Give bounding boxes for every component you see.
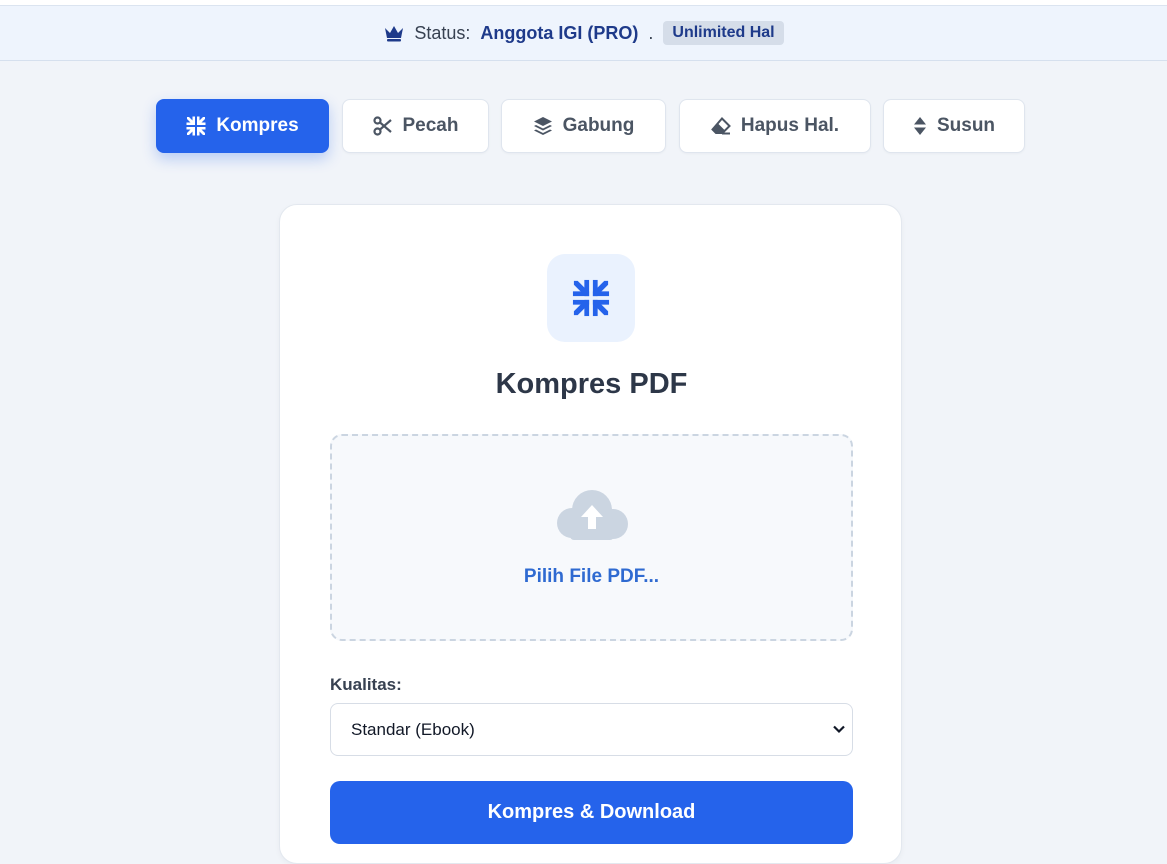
membership-name: Anggota IGI (PRO) [480, 22, 639, 43]
compress-card: Kompres PDF Pilih File PDF... Kualitas: … [279, 204, 902, 864]
file-dropzone[interactable]: Pilih File PDF... [330, 434, 853, 641]
sort-icon [913, 117, 926, 135]
scissors-icon [372, 116, 392, 136]
tab-gabung[interactable]: Gabung [501, 99, 666, 153]
status-label: Status: [414, 22, 471, 43]
status-badge: Unlimited Hal [663, 21, 784, 45]
status-separator: . [648, 22, 654, 43]
compress-icon [547, 254, 635, 342]
tab-pecah-label: Pecah [402, 115, 459, 136]
tool-tabs: Kompres Pecah Gabung Hapus Hal. Susun [0, 99, 1167, 153]
crown-icon [383, 24, 405, 42]
choose-file-link[interactable]: Pilih File PDF... [332, 566, 851, 588]
membership-status-bar: Status: Anggota IGI (PRO) . Unlimited Ha… [0, 5, 1167, 61]
quality-label: Kualitas: [330, 675, 402, 694]
tab-susun[interactable]: Susun [883, 99, 1025, 153]
cloud-upload-icon [557, 490, 628, 540]
tab-gabung-label: Gabung [562, 115, 635, 136]
tab-susun-label: Susun [936, 115, 996, 136]
quality-selected-value: Standar (Ebook) [351, 719, 475, 739]
quality-select[interactable]: Standar (Ebook) [330, 703, 853, 756]
tab-hapus-hal-label: Hapus Hal. [740, 115, 840, 136]
compress-icon [186, 116, 206, 136]
chevron-down-icon [833, 725, 845, 734]
tab-pecah[interactable]: Pecah [342, 99, 489, 153]
page-title: Kompres PDF [495, 368, 688, 400]
tab-hapus-hal[interactable]: Hapus Hal. [679, 99, 871, 153]
compress-download-button[interactable]: Kompres & Download [330, 781, 853, 844]
eraser-icon [711, 117, 731, 135]
tab-kompres-label: Kompres [216, 115, 299, 136]
tab-kompres[interactable]: Kompres [156, 99, 329, 153]
layers-icon [533, 117, 552, 135]
